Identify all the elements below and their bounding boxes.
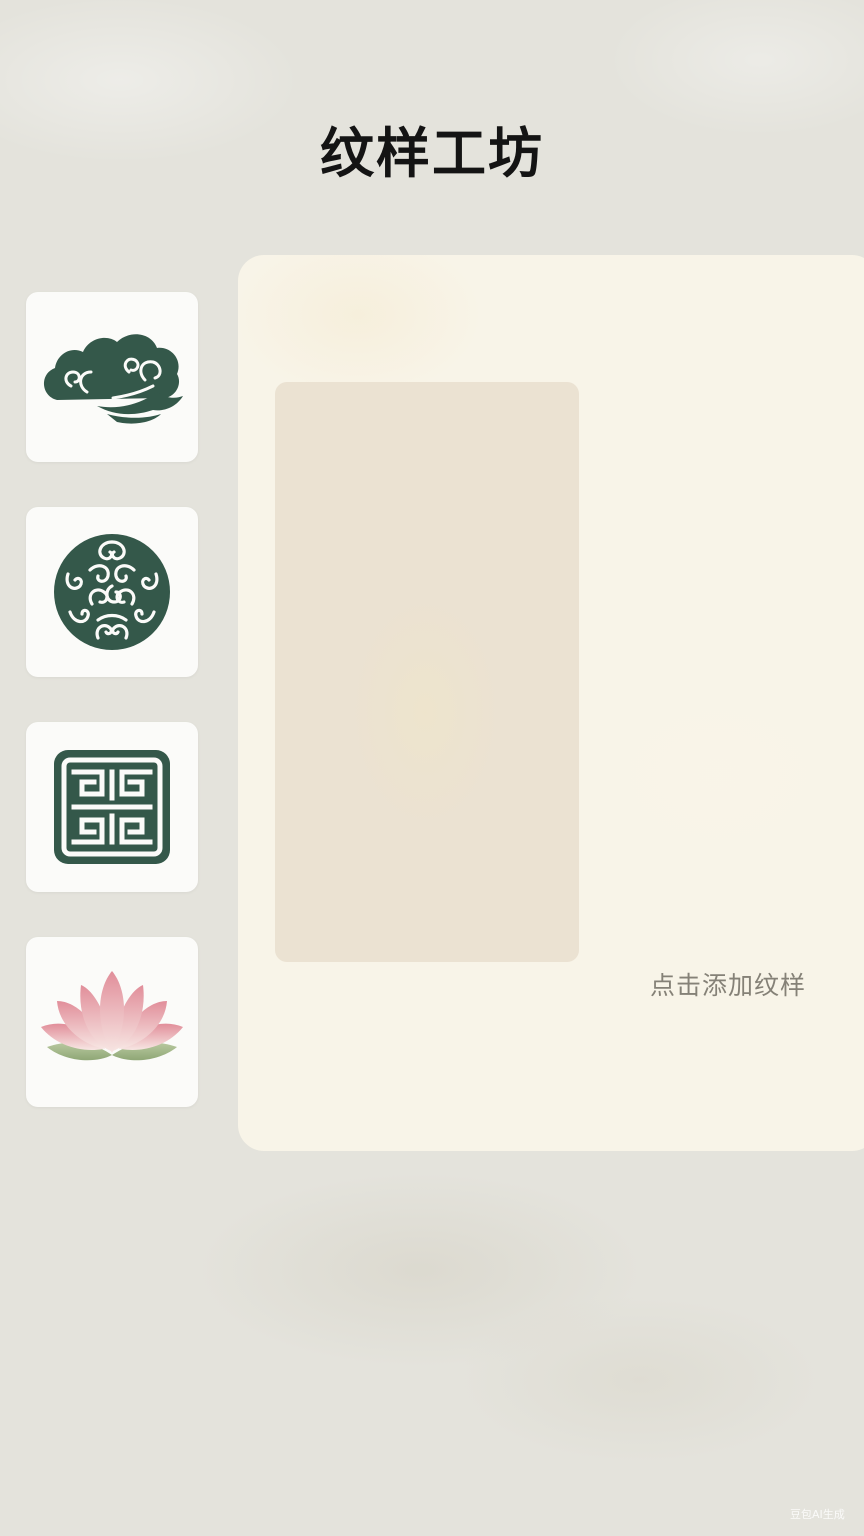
round-scroll-medallion-icon <box>54 534 170 650</box>
lotus-flower-icon <box>41 971 183 1061</box>
pattern-card-cloud[interactable] <box>26 292 198 462</box>
pattern-card-round-scroll[interactable] <box>26 507 198 677</box>
key-fret-icon <box>54 750 170 864</box>
page-title: 纹样工坊 <box>320 121 544 185</box>
watermark: 豆包AI生成 <box>790 1508 845 1521</box>
pattern-drop-slot[interactable] <box>275 382 579 962</box>
pattern-card-key-fret[interactable] <box>26 722 198 892</box>
auspicious-cloud-icon <box>43 334 183 424</box>
pattern-card-lotus[interactable] <box>26 937 198 1107</box>
add-pattern-hint[interactable]: 点击添加纹样 <box>650 968 806 1004</box>
